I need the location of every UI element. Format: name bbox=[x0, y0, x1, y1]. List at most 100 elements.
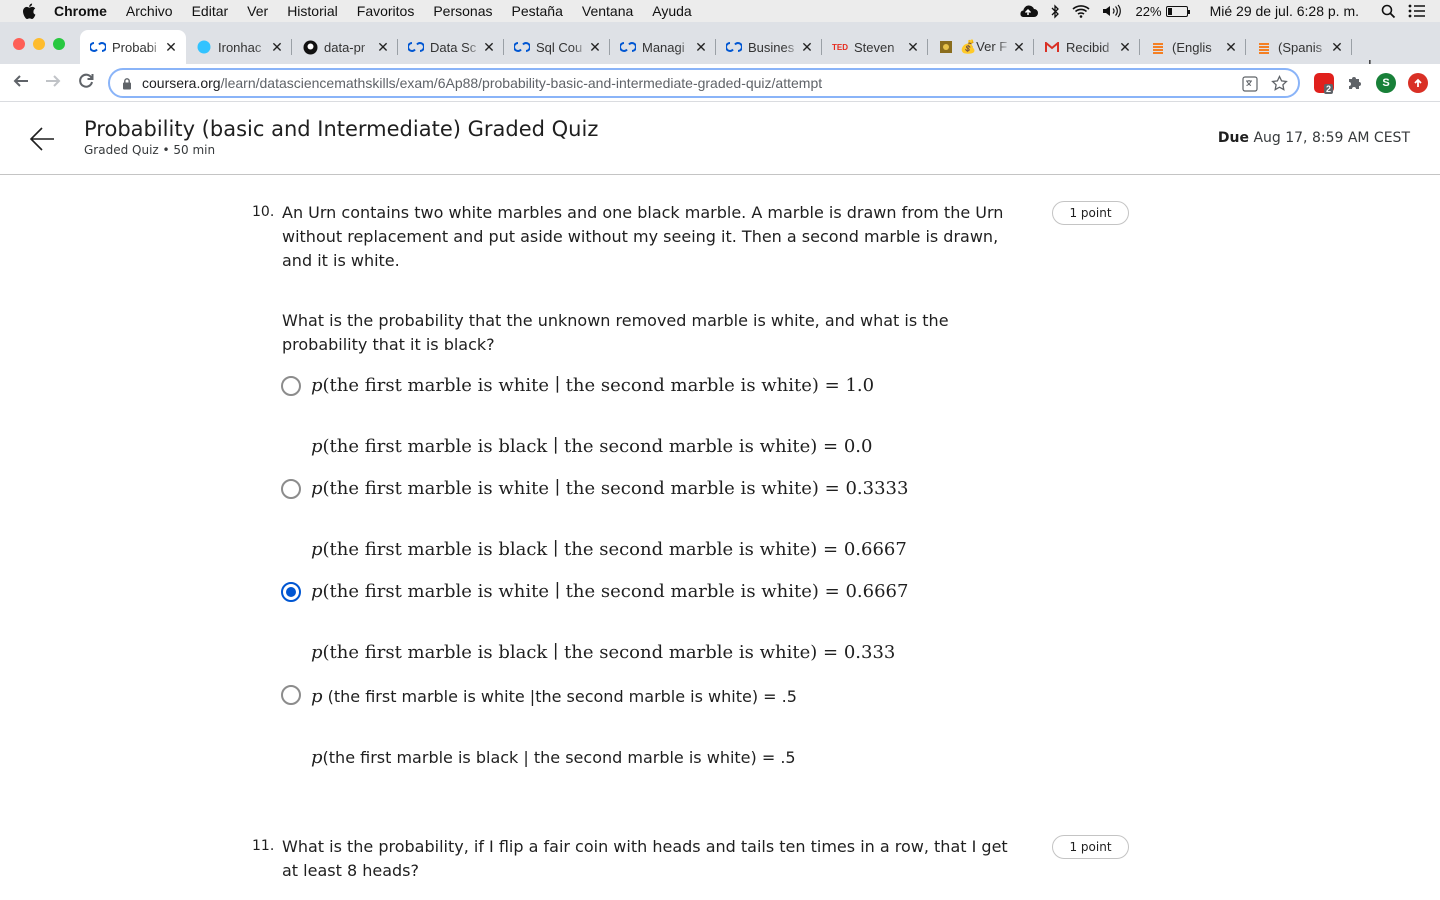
close-tab-icon[interactable]: ✕ bbox=[588, 39, 602, 56]
github-icon bbox=[302, 39, 318, 55]
translate-icon[interactable] bbox=[1242, 76, 1258, 95]
browser-tab-4[interactable]: Data Sc ✕ bbox=[398, 30, 504, 64]
menu-ventana[interactable]: Ventana bbox=[582, 3, 633, 19]
menu-ver[interactable]: Ver bbox=[247, 3, 268, 19]
browser-tab-1[interactable]: Probabi ✕ bbox=[80, 30, 186, 64]
menu-ayuda[interactable]: Ayuda bbox=[652, 3, 691, 19]
browser-toolbar: coursera.org/learn/datasciencemathskills… bbox=[0, 64, 1440, 102]
tab-title: data-pr bbox=[324, 39, 366, 55]
browser-tab-9[interactable]: 💰Ver F ✕ bbox=[928, 30, 1034, 64]
due-date: Due Aug 17, 8:59 AM CEST bbox=[1218, 130, 1410, 146]
stack-icon bbox=[1150, 39, 1166, 55]
reload-button[interactable] bbox=[77, 72, 95, 95]
answer-option-4-line-2: p(the first marble is black | the second… bbox=[311, 747, 796, 768]
gmail-icon bbox=[1044, 39, 1060, 55]
tab-title: Sql Cou bbox=[536, 39, 583, 55]
gold-icon bbox=[938, 39, 954, 55]
update-chrome-icon[interactable] bbox=[1408, 73, 1428, 93]
tab-title: Probabi bbox=[112, 39, 157, 55]
answer-option-1-line-1[interactable]: p(the first marble is white ∣ the second… bbox=[311, 375, 874, 396]
extension-adblock-icon[interactable]: 2 bbox=[1314, 73, 1334, 94]
close-tab-icon[interactable]: ✕ bbox=[164, 39, 178, 56]
coursera-icon bbox=[726, 39, 742, 55]
question-text: An Urn contains two white marbles and on… bbox=[282, 203, 1004, 270]
back-arrow-icon[interactable] bbox=[28, 125, 56, 158]
spotlight-search-icon[interactable] bbox=[1381, 4, 1396, 19]
browser-tab-2[interactable]: Ironhac ✕ bbox=[186, 30, 292, 64]
tab-title: Ironhac bbox=[218, 39, 262, 55]
close-tab-icon[interactable]: ✕ bbox=[1330, 39, 1344, 56]
battery-indicator[interactable]: 22% bbox=[1135, 3, 1190, 19]
browser-tab-3[interactable]: data-pr ✕ bbox=[292, 30, 398, 64]
clock[interactable]: Mié 29 de jul. 6:28 p. m. bbox=[1210, 3, 1359, 19]
quiz-header: Probability (basic and Intermediate) Gra… bbox=[0, 103, 1440, 175]
battery-icon bbox=[1165, 5, 1190, 17]
wifi-icon[interactable] bbox=[1072, 4, 1090, 18]
notification-center-icon[interactable] bbox=[1408, 4, 1426, 18]
answer-option-1-line-2: p(the first marble is black ∣ the second… bbox=[311, 436, 873, 457]
close-tab-icon[interactable]: ✕ bbox=[906, 39, 920, 56]
menu-archivo[interactable]: Archivo bbox=[126, 3, 173, 19]
answer-radio-3-selected[interactable] bbox=[281, 582, 301, 602]
tab-title: 💰Ver F bbox=[960, 39, 1008, 54]
question-text: What is the probability, if I flip a fai… bbox=[282, 837, 1008, 880]
browser-tab-7[interactable]: Busines ✕ bbox=[716, 30, 822, 64]
question-number: 10. bbox=[252, 204, 275, 220]
page-title: Probability (basic and Intermediate) Gra… bbox=[84, 117, 599, 141]
menu-app-name[interactable]: Chrome bbox=[54, 3, 107, 19]
tab-separator bbox=[1351, 39, 1352, 55]
lock-icon[interactable] bbox=[122, 77, 132, 90]
menu-pestana[interactable]: Pestaña bbox=[512, 3, 563, 19]
bluetooth-icon[interactable] bbox=[1050, 3, 1060, 19]
points-badge: 1 point bbox=[1052, 201, 1129, 225]
menu-editar[interactable]: Editar bbox=[192, 3, 229, 19]
answer-radio-1[interactable] bbox=[281, 376, 301, 396]
bookmark-star-icon[interactable] bbox=[1271, 74, 1288, 95]
address-bar[interactable]: coursera.org/learn/datasciencemathskills… bbox=[108, 68, 1300, 98]
battery-percent: 22% bbox=[1135, 3, 1162, 19]
close-tab-icon[interactable]: ✕ bbox=[1118, 39, 1132, 56]
answer-radio-4[interactable] bbox=[281, 685, 301, 705]
zoom-window-button[interactable] bbox=[53, 38, 65, 50]
volume-icon[interactable] bbox=[1102, 4, 1124, 18]
close-tab-icon[interactable]: ✕ bbox=[800, 39, 814, 56]
cloud-upload-icon[interactable] bbox=[1018, 4, 1038, 18]
due-value: Aug 17, 8:59 AM CEST bbox=[1253, 130, 1410, 146]
menu-favoritos[interactable]: Favoritos bbox=[357, 3, 415, 19]
coursera-icon bbox=[620, 39, 636, 55]
close-tab-icon[interactable]: ✕ bbox=[1224, 39, 1238, 56]
close-tab-icon[interactable]: ✕ bbox=[482, 39, 496, 56]
answer-option-3-line-2: p(the first marble is black ∣ the second… bbox=[311, 642, 896, 663]
tab-title: (Englis bbox=[1172, 39, 1212, 55]
profile-avatar[interactable]: S bbox=[1376, 73, 1396, 93]
answer-option-4-line-1[interactable]: p (the first marble is white |the second… bbox=[311, 686, 797, 707]
browser-tab-5[interactable]: Sql Cou ✕ bbox=[504, 30, 610, 64]
forward-button[interactable] bbox=[44, 72, 62, 95]
browser-tab-8[interactable]: TED Steven ✕ bbox=[822, 30, 928, 64]
coursera-icon bbox=[514, 39, 530, 55]
menu-personas[interactable]: Personas bbox=[433, 3, 492, 19]
minimize-window-button[interactable] bbox=[33, 38, 45, 50]
browser-tab-11[interactable]: (Englis ✕ bbox=[1140, 30, 1246, 64]
tab-title: (Spanis bbox=[1278, 39, 1323, 55]
close-tab-icon[interactable]: ✕ bbox=[376, 39, 390, 56]
close-tab-icon[interactable]: ✕ bbox=[270, 39, 284, 56]
coursera-icon bbox=[90, 39, 106, 55]
answer-radio-2[interactable] bbox=[281, 479, 301, 499]
browser-tab-12[interactable]: (Spanis ✕ bbox=[1246, 30, 1352, 64]
macos-menu-bar: Chrome Archivo Editar Ver Historial Favo… bbox=[0, 0, 1440, 22]
extensions-puzzle-icon[interactable] bbox=[1344, 73, 1364, 93]
browser-tab-10[interactable]: Recibid ✕ bbox=[1034, 30, 1140, 64]
battery-level bbox=[1167, 7, 1172, 15]
menu-historial[interactable]: Historial bbox=[287, 3, 338, 19]
back-button[interactable] bbox=[12, 72, 30, 95]
close-tab-icon[interactable]: ✕ bbox=[1012, 39, 1026, 56]
answer-option-3-line-1[interactable]: p(the first marble is white ∣ the second… bbox=[311, 581, 908, 602]
close-window-button[interactable] bbox=[13, 38, 25, 50]
answer-option-2-line-1[interactable]: p(the first marble is white ∣ the second… bbox=[311, 478, 908, 499]
url-host: coursera.org bbox=[142, 75, 221, 91]
tab-title: Data Sc bbox=[430, 39, 477, 55]
close-tab-icon[interactable]: ✕ bbox=[694, 39, 708, 56]
browser-tab-6[interactable]: Managi ✕ bbox=[610, 30, 716, 64]
apple-icon[interactable] bbox=[22, 3, 40, 19]
